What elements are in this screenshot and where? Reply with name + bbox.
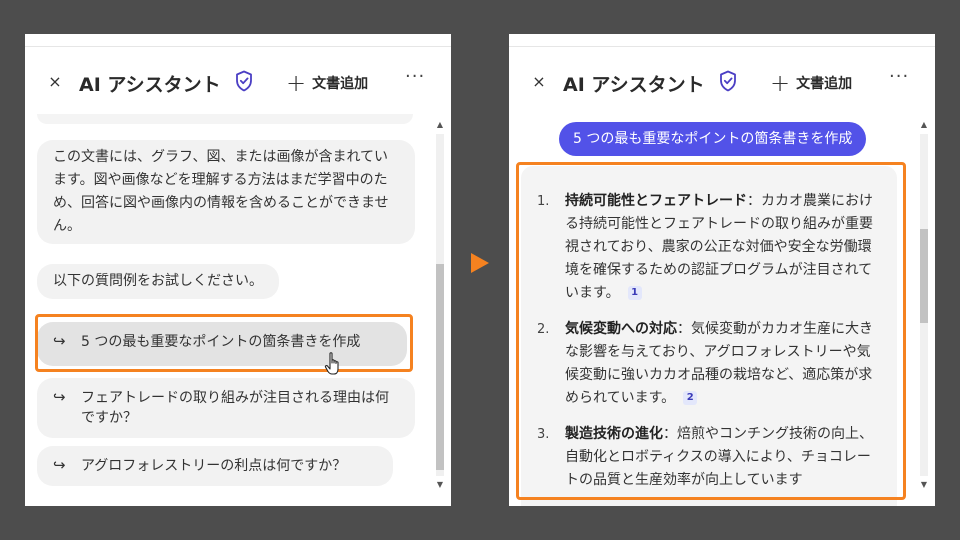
add-document-label: 文書追加 xyxy=(796,76,853,92)
answer-item: 2. 気候変動への対応：気候変動がカカオ生産に大きな影響を与えており、アグロフォ… xyxy=(537,318,881,410)
scroll-down-icon[interactable]: ▼ xyxy=(433,478,447,492)
arrow-return-icon: ↪ xyxy=(53,388,66,406)
add-document-label: 文書追加 xyxy=(312,76,369,92)
answer-item-number: 3. xyxy=(537,427,550,442)
close-icon[interactable]: × xyxy=(531,72,547,91)
answer-item-title: 気候変動への対応 xyxy=(565,321,677,337)
panel-title: AI アシスタント xyxy=(563,74,705,96)
answer-item-number: 2. xyxy=(537,322,550,337)
suggestion-label: フェアトレードの取り組みが注目される理由は何ですか？ xyxy=(81,390,389,426)
panel-header: × AI アシスタント + 文書追加 ··· xyxy=(509,64,935,104)
play-arrow-icon xyxy=(471,253,489,273)
panel-header: × AI アシスタント + 文書追加 ··· xyxy=(25,64,451,104)
panel-top-divider xyxy=(509,46,935,47)
scrollbar[interactable]: ▲ ▼ xyxy=(917,118,931,492)
panel-title: AI アシスタント xyxy=(79,74,221,96)
scroll-up-icon[interactable]: ▲ xyxy=(917,118,931,132)
plus-icon: + xyxy=(286,69,307,97)
answer-item-body: ：カカオ農業における持続可能性とフェアトレードの取り組みが重要視されており、農家… xyxy=(565,193,873,301)
scroll-up-icon[interactable]: ▲ xyxy=(433,118,447,132)
arrow-return-icon: ↪ xyxy=(53,332,66,350)
assistant-panel-after: × AI アシスタント + 文書追加 ··· 5 つの最も重要なポイントの箇条書… xyxy=(509,34,935,506)
citation-badge[interactable]: 2 xyxy=(683,391,698,405)
info-message: この文書には、グラフ、図、または画像が含まれています。図や画像などを理解する方法… xyxy=(37,140,415,244)
suggestion-button-1[interactable]: ↪ 5 つの最も重要なポイントの箇条書きを作成 xyxy=(37,322,407,366)
citation-badge[interactable]: 1 xyxy=(627,286,642,300)
prompt-message: 以下の質問例をお試しください。 xyxy=(37,264,279,299)
previous-message-stub xyxy=(37,114,413,124)
suggestion-button-3[interactable]: ↪ アグロフォレストリーの利点は何ですか？ xyxy=(37,446,393,486)
user-query-bubble: 5 つの最も重要なポイントの箇条書きを作成 xyxy=(559,122,867,156)
panel-top-divider xyxy=(25,46,451,47)
add-document-button[interactable]: + 文書追加 xyxy=(770,70,852,96)
scrollbar[interactable]: ▲ ▼ xyxy=(433,118,447,492)
hand-pointer-icon xyxy=(324,352,339,375)
add-document-button[interactable]: + 文書追加 xyxy=(286,70,368,96)
scroll-down-icon[interactable]: ▼ xyxy=(917,478,931,492)
answer-list: 1. 持続可能性とフェアトレード：カカオ農業における持続可能性とフェアトレードの… xyxy=(537,190,881,505)
scroll-thumb[interactable] xyxy=(436,264,444,470)
answer-item-title: 持続可能性とフェアトレード xyxy=(565,193,747,209)
answer-item: 1. 持続可能性とフェアトレード：カカオ農業における持続可能性とフェアトレードの… xyxy=(537,190,881,305)
more-icon[interactable]: ··· xyxy=(405,66,425,87)
arrow-return-icon: ↪ xyxy=(53,456,66,474)
close-icon[interactable]: × xyxy=(47,72,63,91)
answer-item-number: 1. xyxy=(537,194,550,209)
plus-icon: + xyxy=(770,69,791,97)
shield-check-icon[interactable] xyxy=(719,70,737,92)
answer-item: 3. 製造技術の進化：焙煎やコンチング技術の向上、自動化とロボティクスの導入によ… xyxy=(537,423,881,492)
shield-check-icon[interactable] xyxy=(235,70,253,92)
answer-item-title: 製造技術の進化 xyxy=(565,426,663,442)
suggestion-label: アグロフォレストリーの利点は何ですか？ xyxy=(81,458,347,474)
more-icon[interactable]: ··· xyxy=(889,66,909,87)
suggestion-label: 5 つの最も重要なポイントの箇条書きを作成 xyxy=(81,334,361,350)
scroll-thumb[interactable] xyxy=(920,229,928,323)
suggestion-button-2[interactable]: ↪ フェアトレードの取り組みが注目される理由は何ですか？ xyxy=(37,378,415,438)
assistant-panel-before: × AI アシスタント + 文書追加 ··· この文書には、グラフ、図、または画… xyxy=(25,34,451,506)
